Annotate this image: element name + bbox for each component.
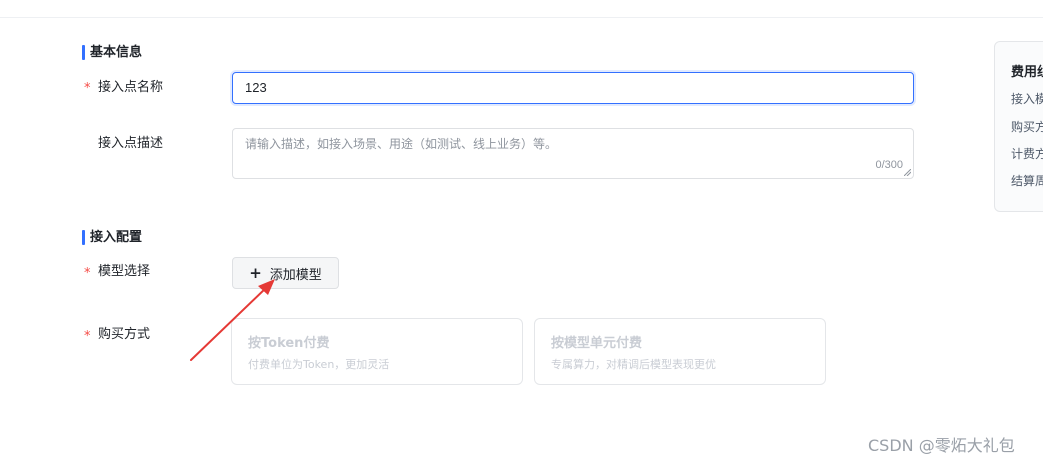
name-field-label: 接入点名称 (98, 80, 164, 95)
required-mark: * (84, 329, 91, 344)
desc-placeholder: 请输入描述，如接入场景、用途（如测试、线上业务）等。 (245, 137, 558, 151)
cost-summary-panel: 费用组 接入模 购买方 计费方 结算周 (994, 41, 1043, 212)
panel-item: 接入模 (1011, 92, 1043, 106)
panel-item: 计费方 (1011, 147, 1043, 161)
option-title: 按Token付费 (248, 336, 330, 351)
option-desc: 专属算力，对精调后模型表现更优 (551, 358, 716, 371)
annotation-arrow-icon (190, 279, 275, 361)
purchase-option-model-unit[interactable]: 按模型单元付费 专属算力，对精调后模型表现更优 (534, 318, 826, 385)
required-mark: * (84, 266, 91, 281)
header-divider (0, 17, 1043, 18)
model-field-label: 模型选择 (98, 264, 151, 279)
access-point-name-input[interactable]: 123 (232, 72, 914, 104)
purchase-field-label: 购买方式 (98, 327, 151, 342)
desc-field-label: 接入点描述 (98, 136, 164, 151)
purchase-option-token[interactable]: 按Token付费 付费单位为Token，更加灵活 (231, 318, 523, 385)
section-title-config: 接入配置 (82, 230, 142, 245)
panel-item: 购买方 (1011, 120, 1043, 134)
add-model-button[interactable]: + 添加模型 (232, 257, 339, 289)
char-counter: 0/300 (875, 159, 903, 171)
resize-handle-icon[interactable] (904, 169, 911, 176)
watermark: CSDN @零炻大礼包 (868, 436, 1015, 455)
option-title: 按模型单元付费 (551, 336, 643, 351)
plus-icon: + (249, 263, 262, 282)
panel-item: 结算周 (1011, 174, 1043, 188)
panel-title: 费用组 (1011, 65, 1043, 80)
required-mark: * (84, 81, 91, 96)
access-point-desc-textarea[interactable]: 请输入描述，如接入场景、用途（如测试、线上业务）等。 0/300 (232, 128, 914, 179)
add-model-label: 添加模型 (269, 267, 322, 283)
option-desc: 付费单位为Token，更加灵活 (248, 358, 390, 371)
section-title-basic: 基本信息 (82, 45, 142, 60)
